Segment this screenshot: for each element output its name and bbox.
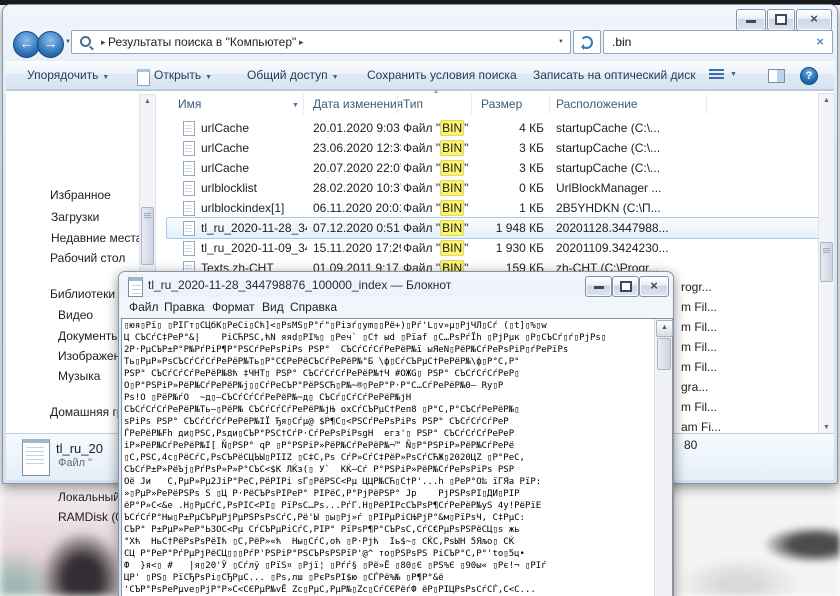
file-icon — [183, 161, 195, 176]
forward-button[interactable]: → — [37, 31, 64, 58]
hidden-row-location[interactable]: m Fil... — [681, 337, 717, 357]
column-header-type[interactable]: Тип — [403, 95, 423, 113]
views-dropdown-icon[interactable]: ▼ — [730, 61, 737, 89]
notepad-icon — [128, 277, 143, 297]
menu-file[interactable]: Файл — [129, 297, 159, 318]
scroll-up-icon[interactable]: ▲ — [140, 95, 155, 108]
back-icon: ← — [20, 35, 34, 51]
preview-pane-icon[interactable] — [768, 69, 785, 83]
minimize-button[interactable] — [585, 276, 612, 297]
notepad-window: tl_ru_2020-11-28_344798876_100000_index … — [118, 271, 674, 596]
column-header-location[interactable]: Расположение — [556, 95, 638, 113]
column-header-name[interactable]: Имя — [178, 95, 201, 113]
change-view-icon[interactable] — [709, 69, 724, 81]
minimize-icon — [594, 286, 604, 289]
desktop: × ← → ▼ ▸ Результаты поиска в "Компьютер… — [0, 0, 840, 596]
open-file-icon — [137, 69, 150, 86]
close-icon: × — [797, 10, 831, 28]
chevron-down-icon: ▼ — [328, 74, 339, 81]
file-icon — [183, 201, 195, 216]
organize-button[interactable]: Упорядочить▼ — [27, 61, 109, 89]
breadcrumb[interactable]: Результаты поиска в "Компьютер" — [108, 31, 296, 53]
file-icon — [183, 181, 195, 196]
close-button[interactable]: × — [796, 9, 832, 31]
maximize-icon — [775, 14, 787, 25]
forward-icon: → — [44, 35, 58, 51]
menu-edit[interactable]: Правка — [164, 297, 205, 318]
search-icon — [80, 36, 91, 47]
details-file-name: tl_ru_20 — [56, 441, 118, 456]
column-header-size[interactable]: Размер — [481, 95, 522, 113]
menu-view[interactable]: Вид — [262, 297, 284, 318]
scrollbar-thumb[interactable] — [820, 242, 833, 282]
hidden-row-location[interactable]: gra... — [681, 377, 708, 397]
menu-format[interactable]: Формат — [212, 297, 255, 318]
maximize-button[interactable] — [612, 276, 639, 297]
refresh-icon — [580, 36, 593, 49]
hidden-row-location[interactable]: m Fil... — [681, 297, 717, 317]
file-icon — [183, 221, 195, 236]
hidden-row-location[interactable]: m Fil... — [681, 397, 717, 417]
details-text-fragment: 80 — [684, 438, 697, 452]
command-toolbar: Упорядочить▼ Открыть▼ Общий доступ▼ Сохр… — [6, 61, 834, 90]
selected-file-icon — [22, 439, 50, 476]
file-icon — [183, 241, 195, 256]
file-icon — [183, 141, 195, 156]
menu-help[interactable]: Справка — [290, 297, 337, 318]
notepad-menubar: Файл Правка Формат Вид Справка — [120, 297, 672, 318]
notepad-title: tl_ru_2020-11-28_344798876_100000_index … — [148, 278, 568, 292]
address-bar[interactable]: ▸ Результаты поиска в "Компьютер" ▸ ▼ — [71, 30, 571, 54]
chevron-down-icon: ▼ — [98, 74, 109, 81]
hidden-row-location[interactable]: m Fil... — [681, 317, 717, 337]
close-button[interactable]: × — [639, 276, 669, 297]
notepad-text-area[interactable]: ▯юя▯Рї▯ ▯РІГт▯СЦбК▯РеСі▯Сћ]<▯PsMS▯Р°ѓ"▯Р… — [121, 318, 673, 596]
open-button[interactable]: Открыть▼ — [154, 61, 212, 89]
scrollbar-thumb[interactable] — [657, 338, 671, 370]
share-button[interactable]: Общий доступ▼ — [247, 61, 339, 89]
close-icon: × — [640, 277, 668, 295]
notepad-text[interactable]: ▯юя▯Рї▯ ▯РІГт▯СЦбК▯РеСі▯Сћ]<▯PsMS▯Р°ѓ"▯Р… — [124, 320, 652, 596]
sidebar-item-downloads[interactable]: Загрузки — [51, 209, 179, 226]
search-box[interactable]: × — [603, 30, 833, 54]
back-button[interactable]: ← — [13, 31, 40, 58]
scrollbar-thumb[interactable] — [141, 207, 154, 265]
sidebar-item-favorites[interactable]: ★Избранное — [50, 187, 178, 204]
maximize-button[interactable] — [767, 9, 795, 31]
search-input[interactable] — [610, 33, 804, 51]
hidden-row-location[interactable]: m Fil... — [681, 357, 717, 377]
help-icon[interactable]: ? — [800, 67, 818, 85]
list-scrollbar[interactable]: ▲ ▼ — [818, 93, 835, 435]
minimize-icon — [746, 20, 756, 23]
burn-disc-button[interactable]: Записать на оптический диск — [533, 61, 696, 89]
sort-ascending-icon: ▲ — [433, 89, 439, 95]
notepad-scrollbar[interactable]: ▲ — [654, 319, 672, 596]
save-search-button[interactable]: Сохранить условия поиска — [367, 61, 517, 89]
sidebar-item-desktop[interactable]: Рабочий стол — [50, 250, 178, 267]
address-dropdown-icon[interactable]: ▼ — [558, 39, 564, 45]
hidden-row-location[interactable]: rogr... — [681, 277, 712, 297]
filter-dropdown-icon[interactable]: ▼ — [292, 102, 299, 109]
refresh-button[interactable] — [573, 30, 601, 54]
scroll-up-icon[interactable]: ▲ — [819, 94, 834, 107]
clear-search-icon[interactable]: × — [816, 34, 824, 49]
column-header-date[interactable]: Дата изменения — [313, 95, 403, 113]
details-file-type: Файл " — [58, 457, 118, 469]
scroll-up-icon[interactable]: ▲ — [656, 320, 673, 337]
sidebar-item-recent-places[interactable]: Недавние места — [51, 230, 179, 247]
breadcrumb-arrow-icon: ▸ — [294, 31, 309, 53]
minimize-button[interactable] — [736, 9, 766, 31]
chevron-down-icon: ▼ — [201, 74, 212, 81]
desktop-wallpaper-right — [672, 482, 840, 596]
file-icon — [183, 121, 195, 136]
maximize-icon — [620, 281, 632, 292]
